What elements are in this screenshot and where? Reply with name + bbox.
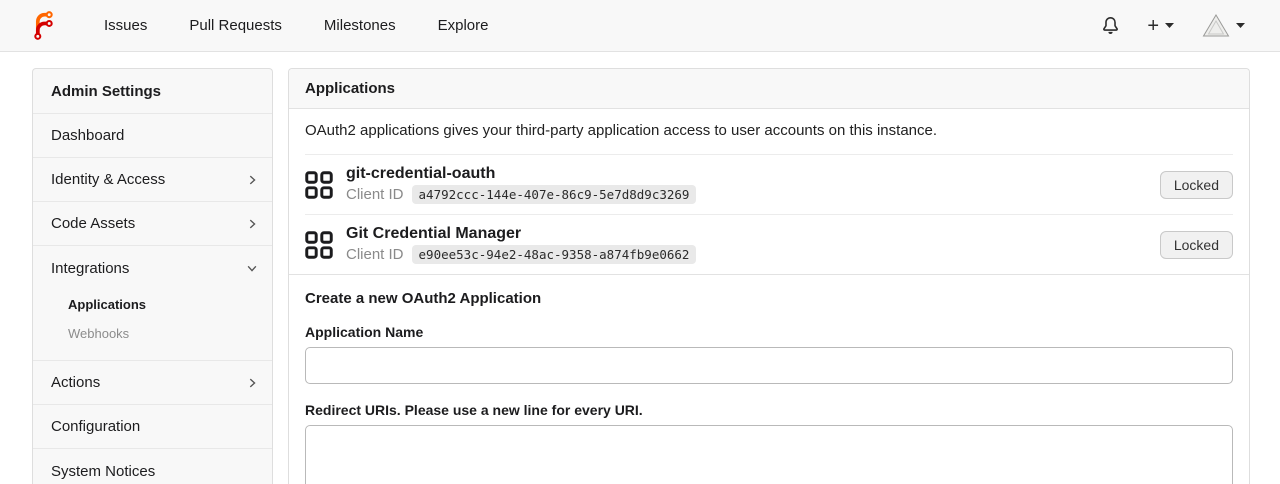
forgejo-logo-icon [34,11,53,40]
create-oauth2-section: Create a new OAuth2 Application Applicat… [289,274,1249,484]
page-body: Admin Settings Dashboard Identity & Acce… [0,52,1280,484]
top-navbar: Issues Pull Requests Milestones Explore … [0,0,1280,52]
sidebar-item-integrations[interactable]: Integrations [33,246,272,290]
app-name: git-credential-oauth [346,165,496,182]
sidebar-item-label: System Notices [51,462,156,480]
apps-grid-icon [305,230,333,259]
redirect-uris-label: Redirect URIs. Please use a new line for… [305,402,643,418]
chevron-down-icon [246,262,258,274]
sidebar-title: Admin Settings [33,69,272,114]
plus-icon: + [1147,14,1159,37]
application-name-label: Application Name [305,324,424,340]
sidebar-group-integrations: Integrations Applications Webhooks [33,246,272,361]
locked-button[interactable]: Locked [1159,230,1233,259]
sidebar-item-label: Actions [51,374,101,391]
nav-link-explore[interactable]: Explore [423,9,504,42]
apps-grid-icon [305,170,333,199]
oauth2-description: OAuth2 applications gives your third-par… [305,122,938,139]
sidebar-item-code-assets[interactable]: Code Assets [33,202,272,246]
chevron-right-icon [246,218,258,230]
app-info: Git Credential Manager Client ID e90ee53… [346,225,697,264]
sidebar-item-applications[interactable]: Applications [33,290,272,319]
admin-sidebar: Admin Settings Dashboard Identity & Acce… [32,68,273,484]
sidebar-item-identity-access[interactable]: Identity & Access [33,158,272,202]
caret-down-icon [1236,23,1245,28]
app-info: git-credential-oauth Client ID a4792ccc-… [346,165,697,204]
client-id-value: a4792ccc-144e-407e-86c9-5e7d8d9c3269 [411,185,697,204]
integrations-submenu: Applications Webhooks [33,290,272,360]
sidebar-item-label: Code Assets [51,215,136,232]
sidebar-item-label: Configuration [51,418,141,435]
sidebar-item-label: Integrations [51,259,130,277]
redirect-uris-textarea[interactable] [305,425,1233,484]
client-id-line: Client ID a4792ccc-144e-407e-86c9-5e7d8d… [346,185,697,204]
oauth2-app-row: git-credential-oauth Client ID a4792ccc-… [289,155,1249,214]
sidebar-item-label: Dashboard [51,127,125,144]
navbar-right: + [1093,7,1254,44]
forgejo-logo[interactable] [28,10,59,41]
create-section-title: Create a new OAuth2 Application [305,290,542,307]
user-menu-dropdown[interactable] [1193,7,1254,44]
bell-icon [1103,17,1119,34]
oauth2-app-row: Git Credential Manager Client ID e90ee53… [289,215,1249,274]
chevron-right-icon [246,174,258,186]
caret-down-icon [1165,23,1174,28]
client-id-label: Client ID [346,186,404,203]
nav-link-milestones[interactable]: Milestones [309,9,411,42]
sidebar-item-webhooks[interactable]: Webhooks [33,319,272,348]
nav-link-pull-requests[interactable]: Pull Requests [174,9,297,42]
client-id-line: Client ID e90ee53c-94e2-48ac-9358-a874fb… [346,245,697,264]
nav-link-issues[interactable]: Issues [89,9,162,42]
user-avatar [1202,14,1230,37]
client-id-value: e90ee53c-94e2-48ac-9358-a874fb9e0662 [411,245,697,264]
client-id-label: Client ID [346,246,404,263]
sidebar-item-label: Identity & Access [51,171,166,188]
locked-button[interactable]: Locked [1159,170,1233,199]
sidebar-item-dashboard[interactable]: Dashboard [33,114,272,158]
sidebar-item-configuration[interactable]: Configuration [33,405,272,449]
create-new-dropdown[interactable]: + [1138,12,1183,40]
panel-title: Applications [289,69,1249,109]
applications-panel: Applications OAuth2 applications gives y… [288,68,1250,484]
application-name-input[interactable] [305,347,1233,384]
app-name: Git Credential Manager [346,225,522,242]
sidebar-item-system-notices[interactable]: System Notices [33,449,272,484]
chevron-right-icon [246,377,258,389]
notifications-button[interactable] [1093,11,1128,40]
sidebar-item-actions[interactable]: Actions [33,361,272,405]
